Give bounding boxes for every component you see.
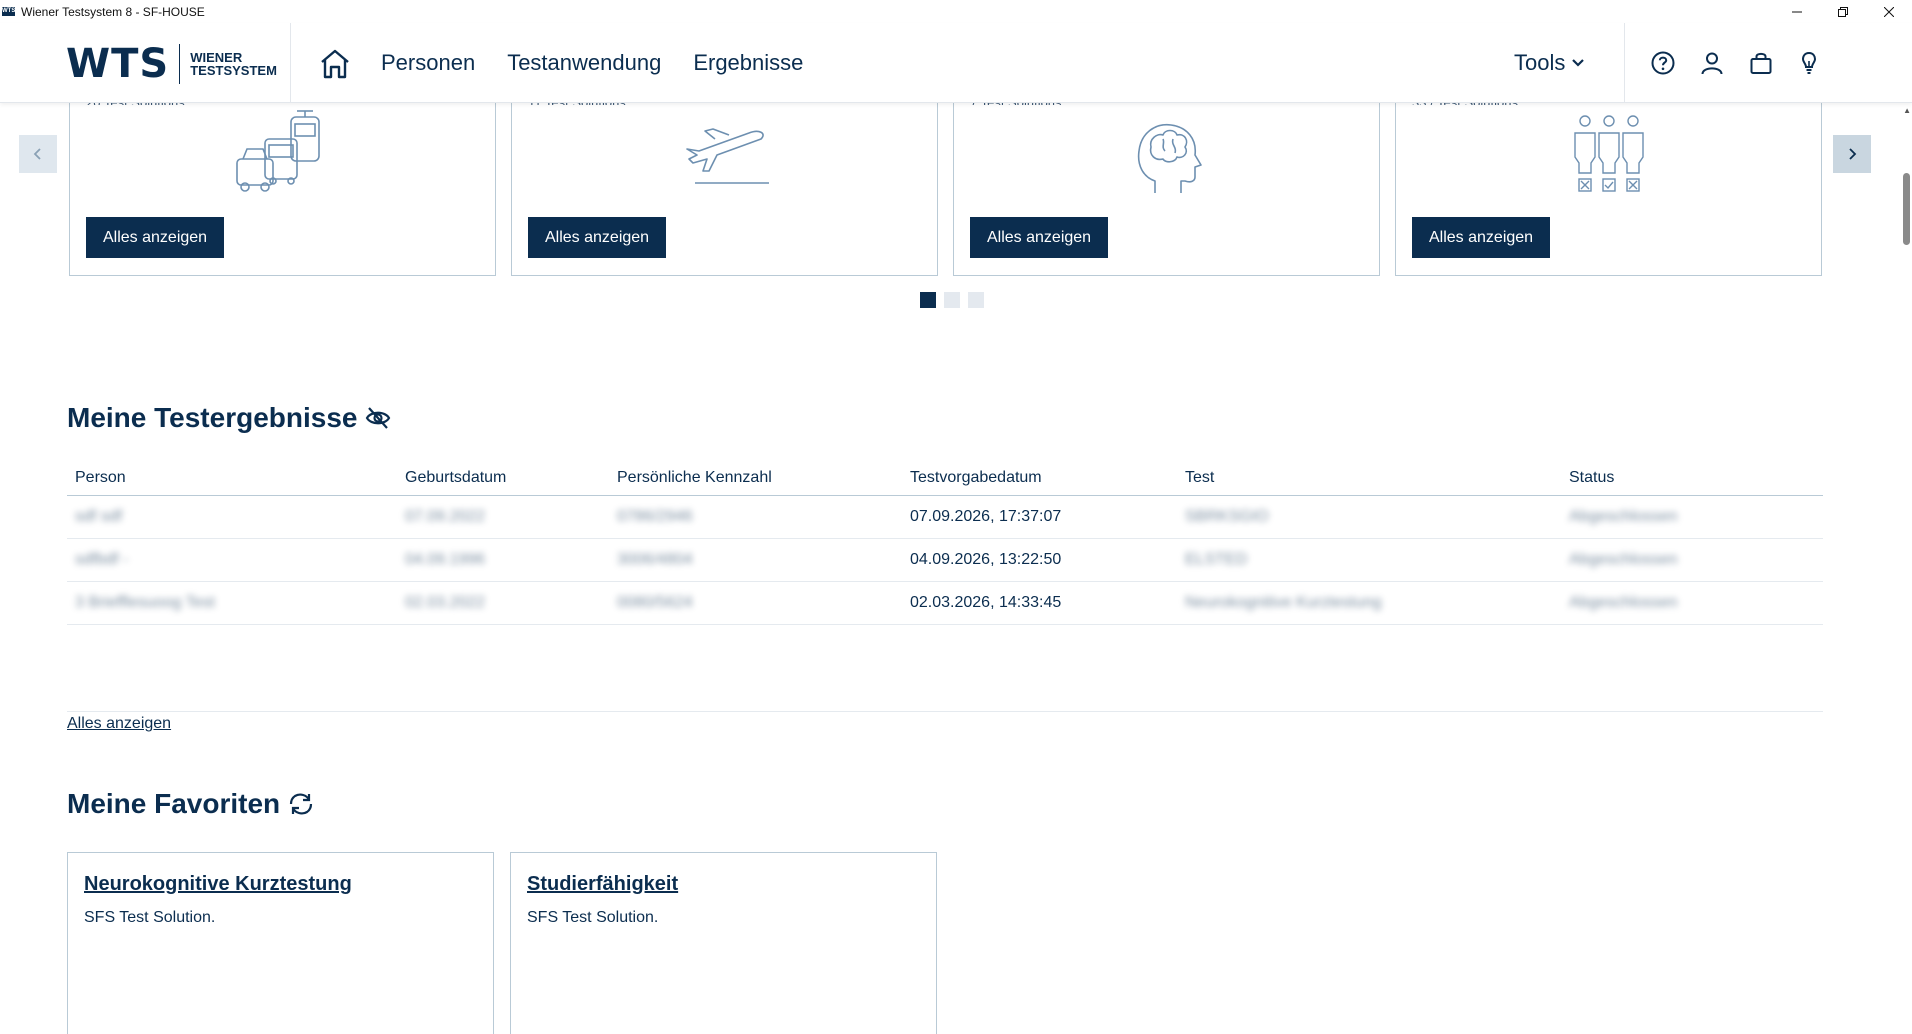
- cell-status: Abgeschlossen: [1569, 594, 1678, 611]
- col-test-date: Testvorgabedatum: [910, 468, 1042, 486]
- carousel-card: 11 Test Solutions Alles anzeigen: [511, 95, 938, 276]
- shopping-bag-icon[interactable]: [1748, 50, 1774, 76]
- chevron-down-icon: [1572, 59, 1585, 67]
- app-icon: WTS: [2, 7, 16, 16]
- people-selection-icon: [1573, 115, 1644, 192]
- scrollbar-thumb[interactable]: [1903, 173, 1910, 245]
- home-icon[interactable]: [318, 47, 352, 81]
- table-row[interactable]: sdfbdf - 04.09.1996 3006/4804 04.09.2026…: [67, 539, 1823, 582]
- col-personal-id: Persönliche Kennzahl: [617, 468, 772, 486]
- nav-ergebnisse[interactable]: Ergebnisse: [693, 50, 803, 76]
- favorite-subtitle: SFS Test Solution.: [527, 909, 659, 926]
- col-birthdate: Geburtsdatum: [405, 468, 507, 486]
- chevron-left-icon: [33, 148, 41, 160]
- carousel-dot-2[interactable]: [944, 292, 960, 308]
- favorite-title[interactable]: Studierfähigkeit: [527, 873, 678, 896]
- close-button[interactable]: [1866, 0, 1912, 23]
- cell-person: sdf sdf: [75, 508, 123, 525]
- carousel-prev-button[interactable]: [19, 135, 57, 173]
- header-divider-right: [1624, 23, 1625, 103]
- favorite-subtitle: SFS Test Solution.: [84, 909, 216, 926]
- col-person: Person: [75, 468, 126, 486]
- favorite-title[interactable]: Neurokognitive Kurztestung: [84, 873, 352, 896]
- logo-mark: WTS: [66, 41, 170, 87]
- favorite-card[interactable]: Neurokognitive Kurztestung SFS Test Solu…: [67, 852, 494, 1034]
- cell-personal-id: 0786/2946: [617, 508, 693, 525]
- results-title: Meine Testergebnisse: [67, 402, 358, 433]
- close-icon: [1884, 6, 1894, 17]
- nav-personen[interactable]: Personen: [381, 50, 475, 76]
- show-all-button[interactable]: Alles anzeigen: [528, 217, 667, 258]
- carousel-next-button[interactable]: [1833, 135, 1871, 173]
- col-status: Status: [1569, 468, 1615, 486]
- nav-testanwendung[interactable]: Testanwendung: [507, 50, 661, 76]
- main-nav: Personen Testanwendung Ergebnisse: [381, 50, 803, 76]
- show-all-button[interactable]: Alles anzeigen: [86, 217, 225, 258]
- chevron-right-icon: [1849, 148, 1857, 160]
- table-row[interactable]: sdf sdf 07.09.2022 0786/2946 07.09.2026,…: [67, 496, 1823, 539]
- show-all-button[interactable]: Alles anzeigen: [1412, 217, 1551, 258]
- cell-test: Neurokognitive Kurztestung: [1185, 594, 1382, 611]
- favorite-card[interactable]: Studierfähigkeit SFS Test Solution.: [510, 852, 937, 1034]
- favorites-section-title: Meine Favoriten: [67, 788, 314, 820]
- cell-test-date: 04.09.2026, 13:22:50: [910, 551, 1062, 568]
- logo-line2: TESTSYSTEM: [190, 63, 277, 78]
- cell-personal-id: 0080/5624: [617, 594, 693, 611]
- cell-personal-id: 3006/4804: [617, 551, 693, 568]
- header-divider: [290, 23, 291, 103]
- page-scrollbar[interactable]: ▲: [1900, 103, 1912, 1034]
- refresh-icon[interactable]: [288, 791, 314, 817]
- cell-test-date: 02.03.2026, 14:33:45: [910, 594, 1062, 611]
- cell-person: sdfbdf -: [75, 551, 129, 568]
- vehicles-icon: [235, 110, 320, 192]
- airplane-icon: [685, 128, 769, 184]
- cell-birthdate: 07.09.2022: [405, 508, 486, 525]
- app-header: WTS WIENER TESTSYSTEM Personen Testanwen…: [0, 23, 1912, 103]
- favorites-title: Meine Favoriten: [67, 788, 281, 819]
- carousel-card: 20 Test Solutions Alles anzeigen: [69, 95, 496, 276]
- wts-logo[interactable]: WTS WIENER TESTSYSTEM: [66, 41, 277, 87]
- table-footer-divider: [67, 711, 1823, 712]
- cell-status: Abgeschlossen: [1569, 508, 1678, 525]
- logo-text: WIENER TESTSYSTEM: [190, 51, 277, 77]
- cell-test-date: 07.09.2026, 17:37:07: [910, 508, 1062, 525]
- table-header: Person Geburtsdatum Persönliche Kennzahl…: [67, 460, 1823, 496]
- table-row[interactable]: 3 Briefflesuoog Test 02.03.2022 0080/562…: [67, 582, 1823, 625]
- carousel-dot-1[interactable]: [920, 292, 936, 308]
- results-section-title: Meine Testergebnisse: [67, 402, 391, 434]
- lightbulb-icon[interactable]: [1796, 50, 1822, 76]
- window-titlebar: WTS Wiener Testsystem 8 - SF-HOUSE: [0, 0, 1912, 23]
- results-show-all-link[interactable]: Alles anzeigen: [67, 715, 171, 733]
- user-icon[interactable]: [1699, 50, 1725, 76]
- tools-menu[interactable]: Tools: [1514, 50, 1585, 76]
- minimize-icon: [1792, 11, 1802, 12]
- cell-person: 3 Briefflesuoog Test: [75, 594, 215, 611]
- carousel-card: 7 Test Solutions Alles anzeigen: [953, 95, 1380, 276]
- eye-off-icon[interactable]: [365, 406, 391, 430]
- show-all-button[interactable]: Alles anzeigen: [970, 217, 1109, 258]
- carousel-card: 33 / Test Solutions Alles anzeigen: [1395, 95, 1822, 276]
- carousel-pagination: [920, 292, 984, 308]
- minimize-button[interactable]: [1774, 0, 1820, 23]
- restore-button[interactable]: [1820, 0, 1866, 23]
- results-table: Person Geburtsdatum Persönliche Kennzahl…: [67, 460, 1823, 625]
- window-title: Wiener Testsystem 8 - SF-HOUSE: [21, 4, 205, 19]
- logo-divider: [179, 44, 181, 84]
- tools-label: Tools: [1514, 50, 1566, 75]
- help-icon[interactable]: [1650, 50, 1676, 76]
- cell-test: SBRKSGIO: [1185, 508, 1269, 525]
- scroll-up-icon[interactable]: ▲: [1903, 106, 1911, 115]
- cell-status: Abgeschlossen: [1569, 551, 1678, 568]
- col-test: Test: [1185, 468, 1215, 486]
- cell-test: ELSTED: [1185, 551, 1248, 568]
- carousel-dot-3[interactable]: [968, 292, 984, 308]
- restore-icon: [1838, 6, 1848, 17]
- cell-birthdate: 02.03.2022: [405, 594, 486, 611]
- cell-birthdate: 04.09.1996: [405, 551, 486, 568]
- brain-head-icon: [1137, 124, 1202, 193]
